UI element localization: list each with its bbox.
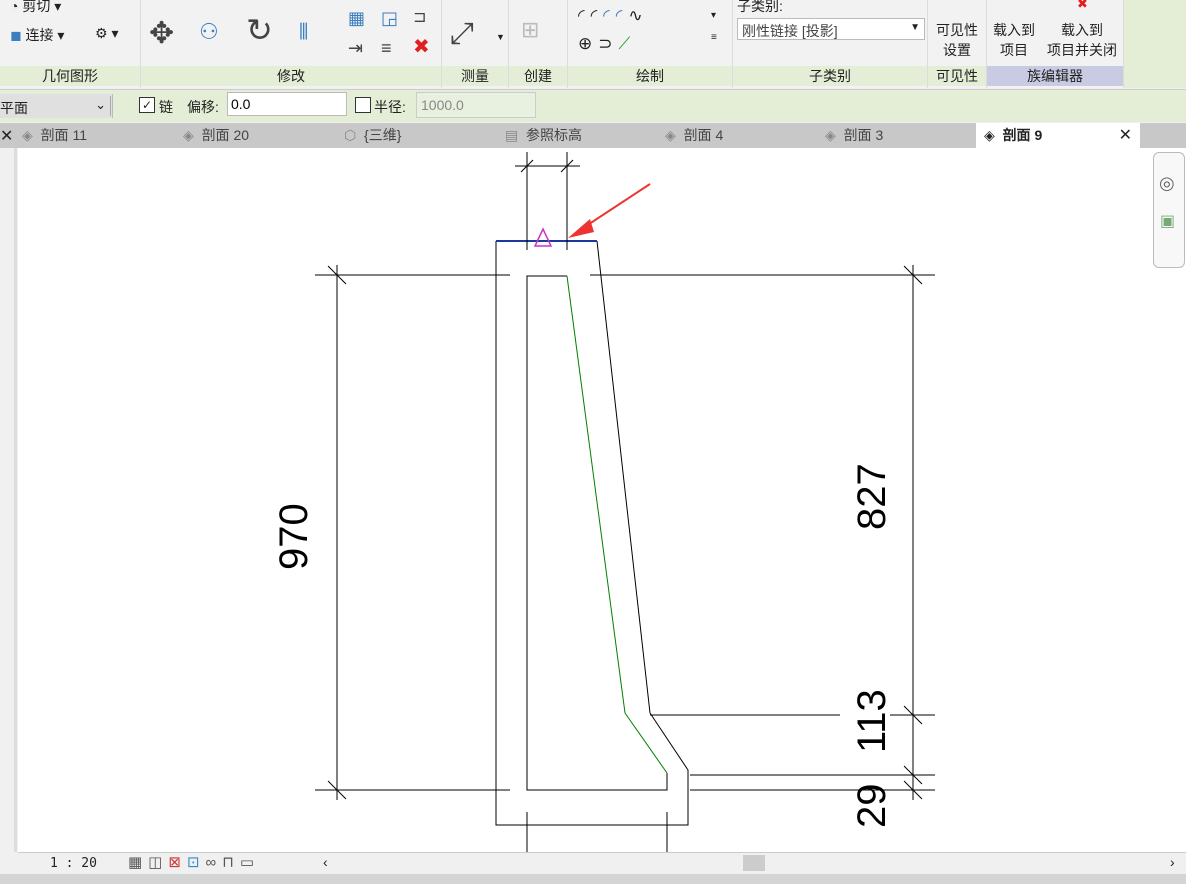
inner-profile	[526, 275, 668, 791]
dim-113: 113	[850, 689, 894, 753]
view-scale[interactable]: 1 : 20	[50, 856, 97, 871]
top-dimension	[515, 152, 580, 250]
view-control-icons[interactable]: ▦◫⊠⊡∞⊓▭	[128, 853, 260, 871]
scroll-right-icon[interactable]: ›	[1170, 854, 1175, 870]
dim-827: 827	[850, 463, 894, 530]
profile-edge-green	[566, 275, 668, 774]
steering-wheel-2d-icon[interactable]: ◎	[1159, 173, 1175, 194]
scroll-left-icon[interactable]: ‹	[323, 854, 328, 870]
zoom-region-icon[interactable]: ▣	[1160, 211, 1175, 231]
red-arrow	[568, 183, 651, 238]
dim-970: 970	[272, 503, 316, 570]
navigation-bar: ◎ ▣	[1153, 152, 1185, 268]
horizontal-scrollbar-thumb[interactable]	[743, 855, 765, 871]
dimension-970	[315, 265, 510, 800]
section-drawing: 970 827 113 29	[272, 152, 935, 852]
view-control-bar: 1 : 20 ▦◫⊠⊡∞⊓▭ ‹ ›	[18, 852, 1186, 875]
status-bar	[0, 874, 1186, 884]
dim-29: 29	[850, 784, 894, 829]
outer-profile	[495, 240, 689, 826]
reference-triangle	[533, 227, 553, 247]
